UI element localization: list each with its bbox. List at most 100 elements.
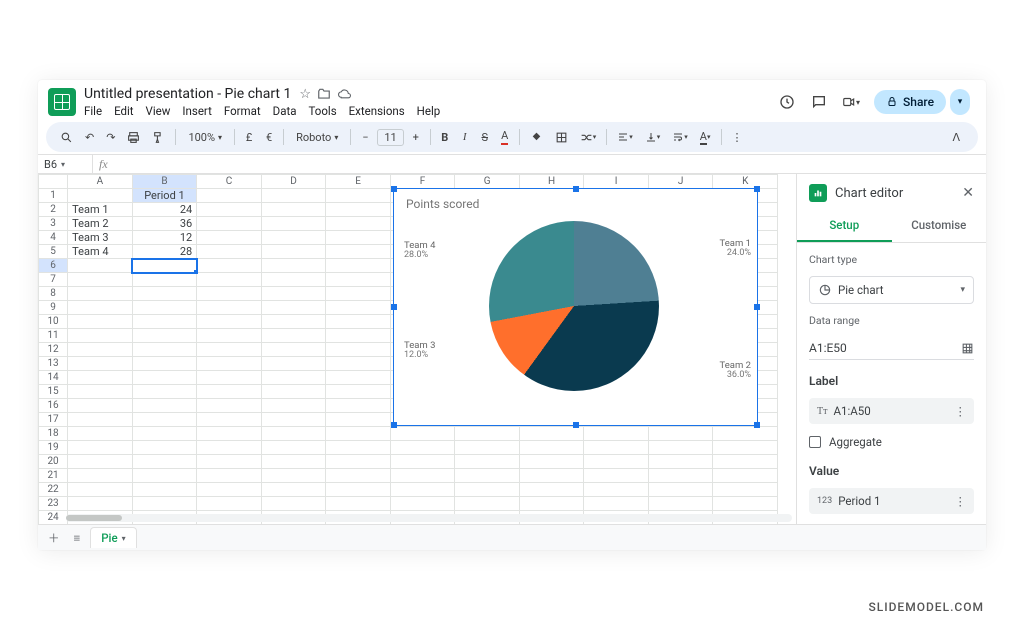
menu-file[interactable]: File — [84, 104, 102, 118]
value-more-icon[interactable]: ⋮ — [955, 494, 967, 508]
menu-extensions[interactable]: Extensions — [349, 104, 405, 118]
select-range-icon[interactable] — [961, 342, 974, 355]
menu-data[interactable]: Data — [273, 104, 297, 118]
row-header[interactable]: 22 — [39, 483, 68, 497]
search-icon[interactable] — [56, 126, 77, 148]
fontsize-input[interactable]: 11 — [377, 129, 403, 146]
row-header[interactable]: 6 — [39, 259, 68, 273]
col-header-i[interactable]: I — [584, 175, 649, 189]
borders-button[interactable] — [551, 126, 572, 148]
row-header[interactable]: 11 — [39, 329, 68, 343]
row-header[interactable]: 16 — [39, 399, 68, 413]
fill-color-button[interactable] — [526, 126, 547, 148]
star-icon[interactable]: ☆ — [299, 87, 311, 102]
valign-button[interactable]: ▾ — [641, 126, 665, 148]
cell-b1[interactable]: Period 1 — [132, 189, 197, 203]
row-header[interactable]: 18 — [39, 427, 68, 441]
row-header[interactable]: 14 — [39, 371, 68, 385]
name-box[interactable]: B6▾ — [38, 155, 93, 173]
strike-button[interactable]: S — [477, 126, 493, 148]
menu-view[interactable]: View — [146, 104, 171, 118]
cell-b4[interactable]: 12 — [132, 231, 197, 245]
cell-a2[interactable]: Team 1 — [68, 203, 133, 217]
undo-icon[interactable]: ↶ — [81, 126, 98, 148]
row-header[interactable]: 24 — [39, 511, 68, 525]
row-header[interactable]: 20 — [39, 455, 68, 469]
meet-icon[interactable]: ▾ — [842, 93, 860, 111]
comments-icon[interactable] — [810, 93, 828, 111]
all-sheets-button[interactable]: ≡ — [70, 529, 85, 547]
currency1-button[interactable]: £ — [241, 126, 257, 148]
select-all-corner[interactable] — [39, 175, 68, 189]
cell-a5[interactable]: Team 4 — [68, 245, 133, 259]
row-header[interactable]: 4 — [39, 231, 68, 245]
close-icon[interactable]: ✕ — [962, 185, 974, 201]
row-header[interactable]: 13 — [39, 357, 68, 371]
tab-customise[interactable]: Customise — [892, 210, 987, 242]
fontsize-decrease[interactable]: − — [357, 126, 373, 148]
row-header[interactable]: 9 — [39, 301, 68, 315]
chart-type-select[interactable]: Pie chart▾ — [809, 276, 974, 304]
row-header[interactable]: 5 — [39, 245, 68, 259]
sheet-tab-pie[interactable]: Pie ▾ — [90, 527, 136, 548]
col-header-a[interactable]: A — [68, 175, 133, 189]
pie-chart-object[interactable]: Points scored Team 124.0% Team 236.0% Te… — [393, 188, 758, 426]
rotate-button[interactable]: A▾ — [696, 126, 715, 148]
cell-b5[interactable]: 28 — [132, 245, 197, 259]
zoom-select[interactable]: 100% ▾ — [182, 128, 228, 147]
menu-tools[interactable]: Tools — [308, 104, 336, 118]
cell-b2[interactable]: 24 — [132, 203, 197, 217]
aggregate-checkbox[interactable]: Aggregate — [809, 434, 974, 450]
fontsize-increase[interactable]: + — [408, 126, 424, 148]
row-header[interactable]: 12 — [39, 343, 68, 357]
row-header[interactable]: 23 — [39, 497, 68, 511]
col-header-k[interactable]: K — [713, 175, 778, 189]
label-more-icon[interactable]: ⋮ — [955, 404, 967, 418]
tab-setup[interactable]: Setup — [797, 210, 892, 242]
print-icon[interactable] — [123, 126, 144, 148]
col-header-b[interactable]: B — [132, 175, 197, 189]
row-header[interactable]: 3 — [39, 217, 68, 231]
row-header[interactable]: 2 — [39, 203, 68, 217]
cell-b6-selected[interactable] — [132, 259, 197, 273]
col-header-d[interactable]: D — [261, 175, 326, 189]
row-header[interactable]: 17 — [39, 413, 68, 427]
sheets-logo[interactable] — [48, 88, 76, 116]
horizontal-scrollbar[interactable] — [66, 514, 792, 522]
cell-a4[interactable]: Team 3 — [68, 231, 133, 245]
merge-button[interactable]: ▾ — [576, 126, 601, 148]
currency2-button[interactable]: € — [261, 126, 277, 148]
row-header[interactable]: 8 — [39, 287, 68, 301]
row-header[interactable]: 19 — [39, 441, 68, 455]
menu-insert[interactable]: Insert — [182, 104, 211, 118]
row-header[interactable]: 7 — [39, 273, 68, 287]
row-header[interactable]: 21 — [39, 469, 68, 483]
value-chip[interactable]: 123 Period 1 ⋮ — [809, 488, 974, 514]
col-header-j[interactable]: J — [648, 175, 713, 189]
share-button[interactable]: Share — [874, 90, 946, 114]
col-header-f[interactable]: F — [390, 175, 455, 189]
redo-icon[interactable]: ↷ — [102, 126, 119, 148]
cell-b3[interactable]: 36 — [132, 217, 197, 231]
col-header-e[interactable]: E — [326, 175, 391, 189]
bold-button[interactable]: B — [437, 126, 453, 148]
collapse-toolbar-icon[interactable]: ᐱ — [944, 128, 968, 147]
row-header[interactable]: 1 — [39, 189, 68, 203]
move-icon[interactable] — [317, 87, 331, 102]
font-select[interactable]: Roboto ▾ — [290, 128, 344, 147]
document-title[interactable]: Untitled presentation - Pie chart 1 — [84, 86, 291, 102]
label-chip[interactable]: Tᴛ A1:A50 ⋮ — [809, 398, 974, 424]
data-range-input[interactable]: A1:E50 — [809, 337, 974, 360]
halign-button[interactable]: ▾ — [613, 126, 637, 148]
cloud-status-icon[interactable] — [337, 87, 352, 102]
wrap-button[interactable]: ▾ — [668, 126, 692, 148]
row-header[interactable]: 10 — [39, 315, 68, 329]
text-color-button[interactable]: A — [497, 126, 513, 148]
more-toolbar-icon[interactable]: ⋮ — [728, 126, 747, 148]
history-icon[interactable] — [778, 93, 796, 111]
cell-a3[interactable]: Team 2 — [68, 217, 133, 231]
paint-format-icon[interactable] — [148, 126, 169, 148]
col-header-g[interactable]: G — [455, 175, 520, 189]
menu-edit[interactable]: Edit — [114, 104, 133, 118]
row-header[interactable]: 15 — [39, 385, 68, 399]
